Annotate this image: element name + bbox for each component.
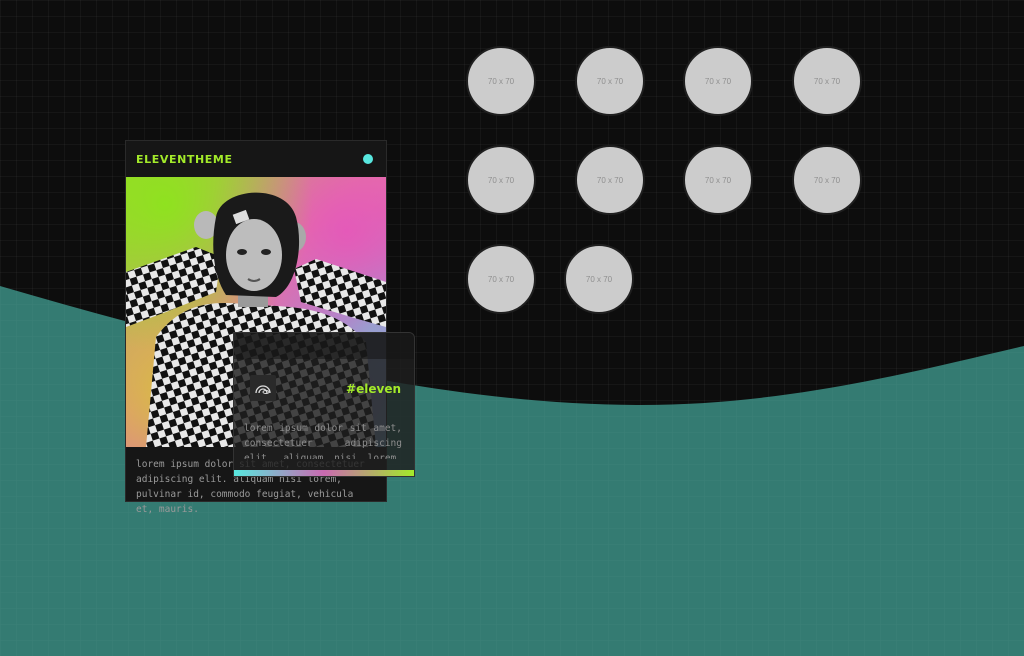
avatar-placeholder[interactable]: 70 x 70: [466, 145, 536, 215]
status-dot[interactable]: [363, 154, 373, 164]
avatar-placeholder[interactable]: 70 x 70: [564, 244, 634, 314]
rainbow-icon: [250, 375, 276, 401]
avatar-placeholder[interactable]: 70 x 70: [683, 46, 753, 116]
avatar-placeholder[interactable]: 70 x 70: [575, 46, 645, 116]
card-header: ELEVENTHEME: [126, 141, 386, 177]
card-title: ELEVENTHEME: [136, 152, 233, 166]
hashtag[interactable]: #eleven: [346, 382, 401, 396]
avatar-placeholder[interactable]: 70 x 70: [683, 145, 753, 215]
avatar-placeholder[interactable]: 70 x 70: [792, 46, 862, 116]
avatar-placeholder[interactable]: 70 x 70: [792, 145, 862, 215]
overlay-strip: [234, 333, 414, 359]
info-overlay: #eleven lorem ipsum dolor sit amet, cons…: [233, 332, 415, 477]
avatar-placeholder[interactable]: 70 x 70: [466, 244, 536, 314]
avatar-placeholder[interactable]: 70 x 70: [575, 145, 645, 215]
overlay-text: lorem ipsum dolor sit amet, consectetuer…: [244, 423, 402, 459]
avatar-placeholder[interactable]: 70 x 70: [466, 46, 536, 116]
gradient-bar: [234, 470, 414, 476]
